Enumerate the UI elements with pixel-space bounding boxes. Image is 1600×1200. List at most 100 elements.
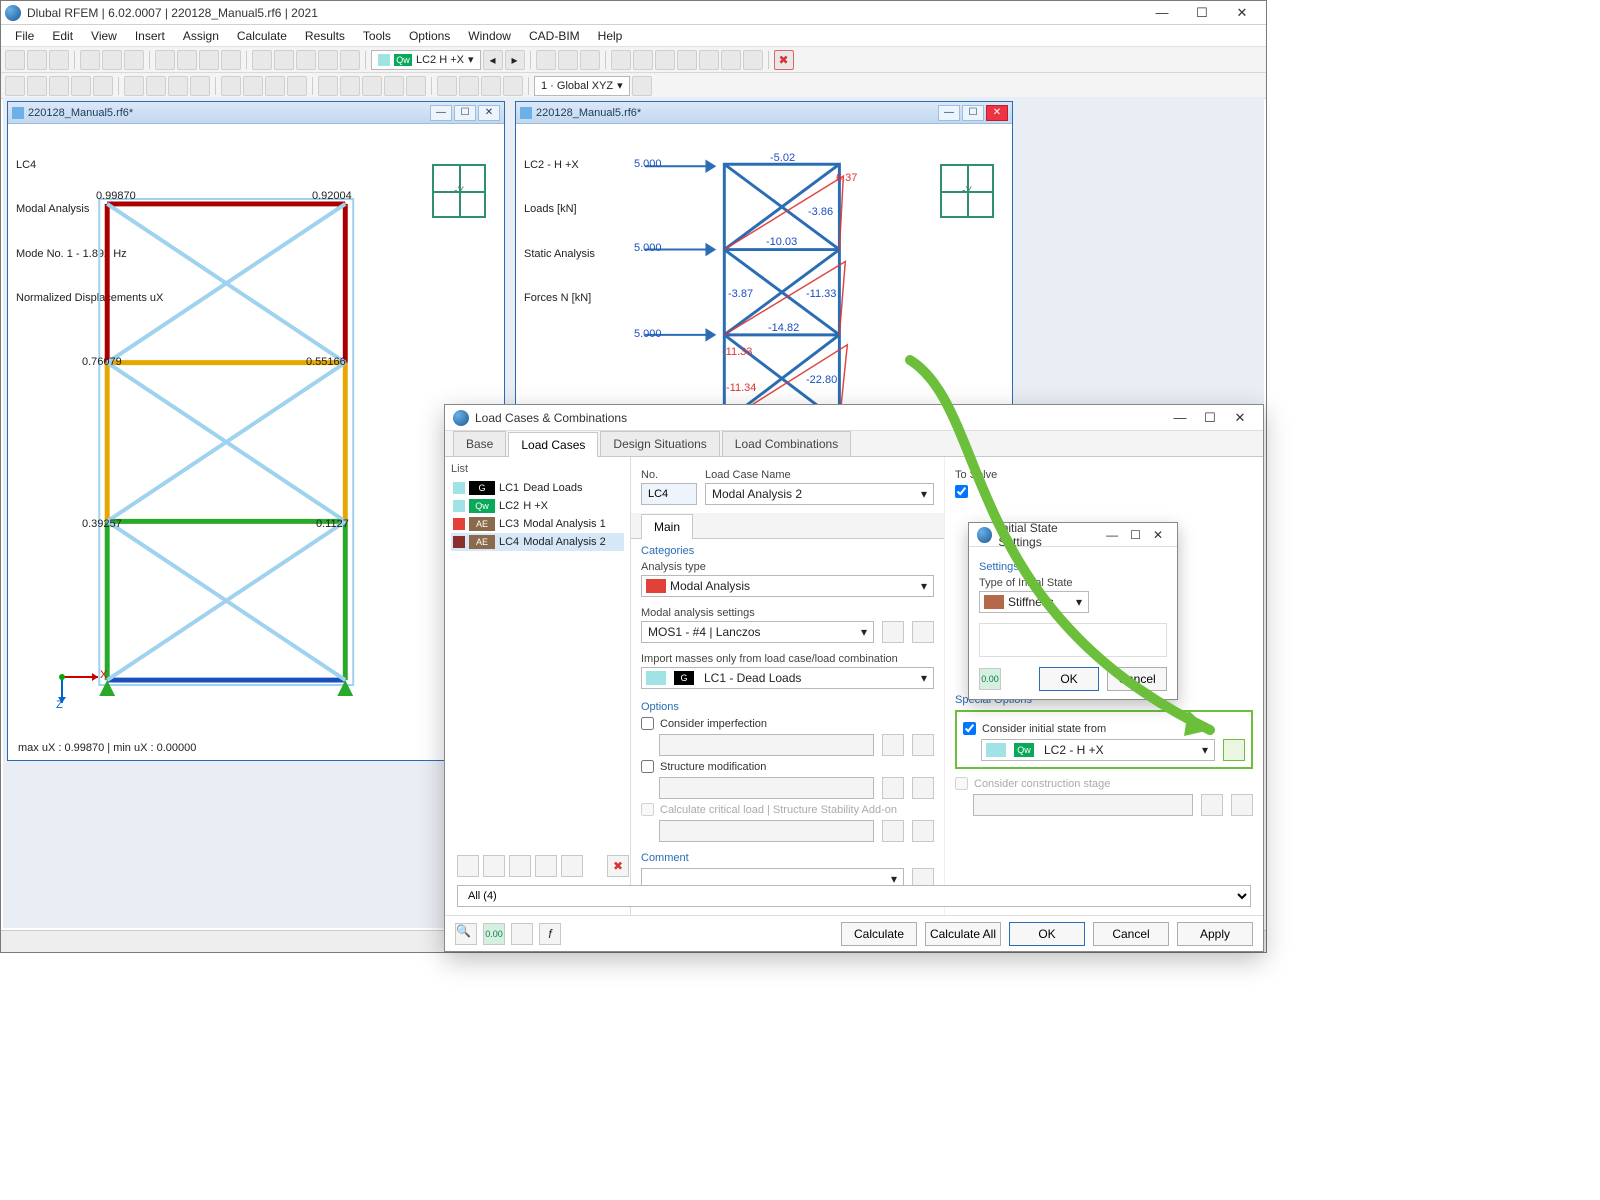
- tb2-member-icon[interactable]: [49, 76, 69, 96]
- tb2-render1-icon[interactable]: [437, 76, 457, 96]
- apply-button[interactable]: Apply: [1177, 922, 1253, 946]
- inner-units-button[interactable]: 0.00: [979, 668, 1001, 690]
- tb-zoomfit-icon[interactable]: [252, 50, 272, 70]
- modal-settings-select[interactable]: MOS1 - #4 | Lanczos ▾: [641, 621, 874, 643]
- foot-units-button[interactable]: 0.00: [483, 923, 505, 945]
- loadcase-list-row[interactable]: AELC4Modal Analysis 2: [451, 533, 624, 551]
- loadcase-list-row[interactable]: GLC1Dead Loads: [451, 479, 624, 497]
- solve-checkbox[interactable]: [955, 485, 1253, 498]
- child-close-button[interactable]: ✕: [986, 105, 1008, 121]
- tb-disp2-icon[interactable]: [633, 50, 653, 70]
- tab-designsituations[interactable]: Design Situations: [600, 431, 719, 456]
- tb-print-icon[interactable]: [124, 50, 144, 70]
- list-sort-button[interactable]: [509, 855, 531, 877]
- child-minimize-button[interactable]: —: [430, 105, 452, 121]
- tb2-surface-icon[interactable]: [71, 76, 91, 96]
- dialog-maximize-button[interactable]: ☐: [1195, 407, 1225, 429]
- list-copy-button[interactable]: [483, 855, 505, 877]
- tb-table-icon[interactable]: [199, 50, 219, 70]
- menu-help[interactable]: Help: [590, 27, 631, 45]
- tab-loadcases[interactable]: Load Cases: [508, 432, 598, 457]
- opt-imperfection[interactable]: Consider imperfection: [641, 717, 934, 730]
- foot-search-button[interactable]: 🔍: [455, 923, 477, 945]
- loadcase-selector[interactable]: Qw LC2 H +X ▾: [371, 50, 481, 70]
- no-field[interactable]: [641, 483, 697, 505]
- tb-save-icon[interactable]: [49, 50, 69, 70]
- modal-settings-new-button[interactable]: [912, 621, 934, 643]
- tb2-node-icon[interactable]: [5, 76, 25, 96]
- loadcase-list-row[interactable]: QwLC2H +X: [451, 497, 624, 515]
- window-minimize-button[interactable]: —: [1142, 2, 1182, 24]
- tb-calc-icon[interactable]: [155, 50, 175, 70]
- dialog-close-button[interactable]: ✕: [1147, 528, 1169, 542]
- initial-state-settings-button[interactable]: [1223, 739, 1245, 761]
- menu-tools[interactable]: Tools: [355, 27, 399, 45]
- tb2-line-icon[interactable]: [27, 76, 47, 96]
- tb2-view2-icon[interactable]: [340, 76, 360, 96]
- tb-disp1-icon[interactable]: [611, 50, 631, 70]
- tb2-solid-icon[interactable]: [93, 76, 113, 96]
- tb2-render2-icon[interactable]: [459, 76, 479, 96]
- tab-base[interactable]: Base: [453, 431, 506, 456]
- tb-disp7-icon[interactable]: [743, 50, 763, 70]
- list-delete-button[interactable]: ✖: [607, 855, 629, 877]
- tb-pin-icon[interactable]: [536, 50, 556, 70]
- tb-graph-icon[interactable]: [221, 50, 241, 70]
- menu-view[interactable]: View: [83, 27, 125, 45]
- calculate-all-button[interactable]: Calculate All: [925, 922, 1001, 946]
- menu-file[interactable]: File: [7, 27, 42, 45]
- child-minimize-button[interactable]: —: [938, 105, 960, 121]
- gcs-selector[interactable]: 1 · Global XYZ ▾: [534, 76, 630, 96]
- tb2-rotate-icon[interactable]: [265, 76, 285, 96]
- list-check-button[interactable]: [535, 855, 557, 877]
- initial-state-titlebar[interactable]: Initial State Settings — ☐ ✕: [969, 523, 1177, 547]
- tb-flag-icon[interactable]: [558, 50, 578, 70]
- subtab-main[interactable]: Main: [641, 514, 693, 539]
- window-maximize-button[interactable]: ☐: [1182, 2, 1222, 24]
- menu-cadbim[interactable]: CAD-BIM: [521, 27, 588, 45]
- tb-disp5-icon[interactable]: [699, 50, 719, 70]
- list-uncheck-button[interactable]: [561, 855, 583, 877]
- calculate-button[interactable]: Calculate: [841, 922, 917, 946]
- dialog-maximize-button[interactable]: ☐: [1124, 528, 1147, 542]
- imperfection-new-button[interactable]: [912, 734, 934, 756]
- tb2-view3-icon[interactable]: [362, 76, 382, 96]
- menu-insert[interactable]: Insert: [127, 27, 173, 45]
- tb-delete-icon[interactable]: ✖: [774, 50, 794, 70]
- type-select[interactable]: Stiffness ▾: [979, 591, 1089, 613]
- tab-loadcombinations[interactable]: Load Combinations: [722, 431, 851, 456]
- tb2-hinge-icon[interactable]: [146, 76, 166, 96]
- tb-open-icon[interactable]: [27, 50, 47, 70]
- tb-disp4-icon[interactable]: [677, 50, 697, 70]
- opt-structmod[interactable]: Structure modification: [641, 760, 934, 773]
- menu-assign[interactable]: Assign: [175, 27, 227, 45]
- tb-disp6-icon[interactable]: [721, 50, 741, 70]
- inner-ok-button[interactable]: OK: [1039, 667, 1099, 691]
- initial-state-select[interactable]: Qw LC2 - H +X ▾: [981, 739, 1215, 761]
- cancel-button[interactable]: Cancel: [1093, 922, 1169, 946]
- structmod-edit-button[interactable]: [882, 777, 904, 799]
- tb2-view5-icon[interactable]: [406, 76, 426, 96]
- menu-window[interactable]: Window: [460, 27, 519, 45]
- view-right-titlebar[interactable]: 220128_Manual5.rf6* — ☐ ✕: [516, 102, 1012, 124]
- ok-button[interactable]: OK: [1009, 922, 1085, 946]
- analysis-type-select[interactable]: Modal Analysis ▾: [641, 575, 934, 597]
- view-left-titlebar[interactable]: 220128_Manual5.rf6* — ☐ ✕: [8, 102, 504, 124]
- child-close-button[interactable]: ✕: [478, 105, 500, 121]
- menu-results[interactable]: Results: [297, 27, 353, 45]
- foot-member-button[interactable]: [511, 923, 533, 945]
- tb2-move-icon[interactable]: [287, 76, 307, 96]
- tb-ruler-icon[interactable]: [580, 50, 600, 70]
- tb2-moment-icon[interactable]: [190, 76, 210, 96]
- child-maximize-button[interactable]: ☐: [454, 105, 476, 121]
- menu-options[interactable]: Options: [401, 27, 458, 45]
- opt-initial-state[interactable]: Consider initial state from: [963, 722, 1245, 735]
- tb2-mirror-icon[interactable]: [243, 76, 263, 96]
- tb-prev-icon[interactable]: ◂: [483, 50, 503, 70]
- menu-calculate[interactable]: Calculate: [229, 27, 295, 45]
- modal-settings-edit-button[interactable]: [882, 621, 904, 643]
- tb-results-icon[interactable]: [177, 50, 197, 70]
- menu-edit[interactable]: Edit: [44, 27, 81, 45]
- tb2-render3-icon[interactable]: [481, 76, 501, 96]
- tb2-view4-icon[interactable]: [384, 76, 404, 96]
